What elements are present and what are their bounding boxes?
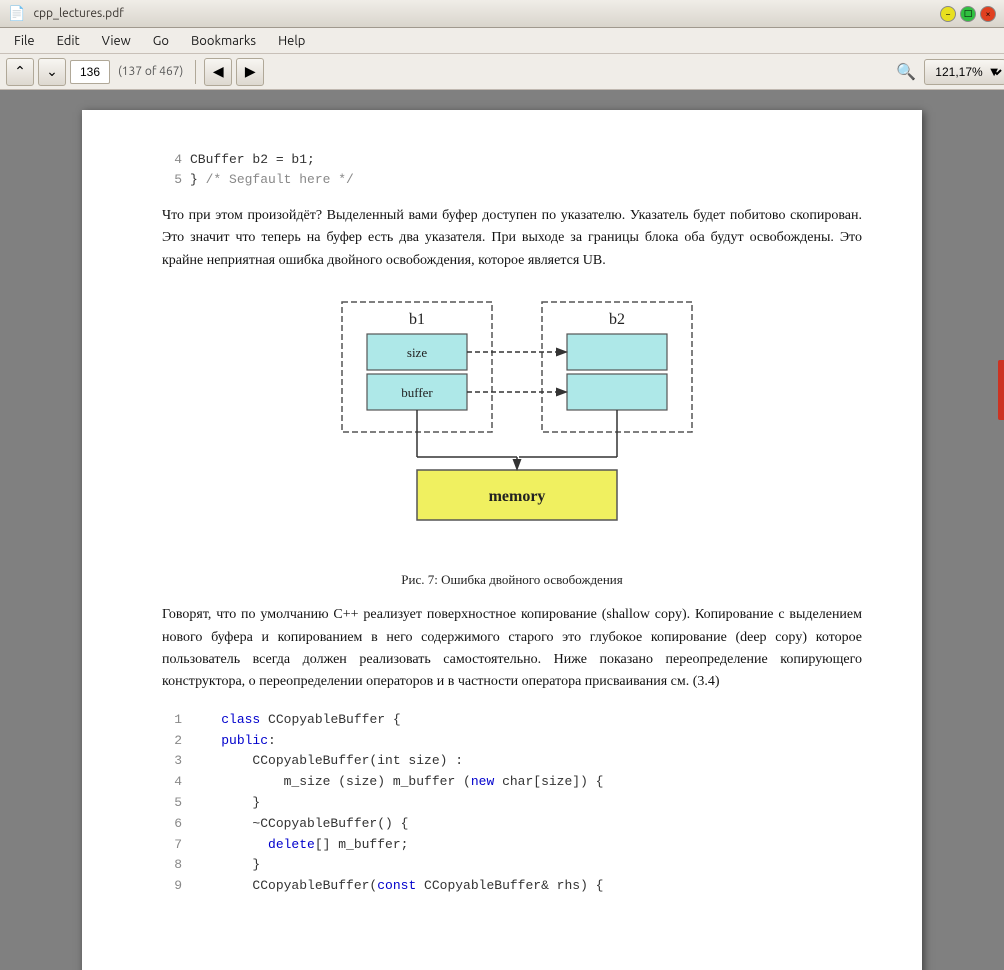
pdf-page: 4 CBuffer b2 = b1; 5 } /* Segfault here … [82,110,922,970]
code-line-9: 9 CCopyableBuffer(const CCopyableBuffer&… [162,876,862,897]
page-info: (137 of 467) [114,65,187,78]
svg-text:b1: b1 [409,311,425,328]
svg-text:buffer: buffer [401,385,433,400]
code-text: class CCopyableBuffer { [190,710,401,731]
minimize-button[interactable]: − [940,6,956,22]
code-text: public: [190,731,276,752]
code-line-4b: 4 m_size (size) m_buffer (new char[size]… [162,772,862,793]
code-text: CCopyableBuffer(int size) : [190,751,463,772]
next-page-button[interactable]: ⌄ [38,58,66,86]
line-number: 5 [162,170,182,190]
search-button[interactable]: 🔍 [892,58,920,86]
menu-edit[interactable]: Edit [47,32,90,50]
line-number: 3 [162,751,182,772]
menubar: File Edit View Go Bookmarks Help [0,28,1004,54]
line-number: 5 [162,793,182,814]
app-icon: 📄 [8,5,25,22]
prev-page-button[interactable]: ⌃ [6,58,34,86]
code-line-7: 7 delete[] m_buffer; [162,835,862,856]
line-number: 9 [162,876,182,897]
toolbar-separator [195,60,196,84]
code-line-2: 2 public: [162,731,862,752]
line-number: 7 [162,835,182,856]
code-text: ~CCopyableBuffer() { [190,814,408,835]
titlebar: 📄 cpp_lectures.pdf − □ × [0,0,1004,28]
window-title: cpp_lectures.pdf [33,7,932,20]
code-line-4: 4 CBuffer b2 = b1; [162,150,862,170]
code-text: } [190,793,260,814]
menu-bookmarks[interactable]: Bookmarks [181,32,266,50]
paragraph-2: Говорят, что по умолчанию C++ реализует … [162,604,862,694]
code-line-6: 6 ~CCopyableBuffer() { [162,814,862,835]
code-text: m_size (size) m_buffer (new char[size]) … [190,772,603,793]
prev-nav-button[interactable]: ◀ [204,58,232,86]
code-line-1: 1 class CCopyableBuffer { [162,710,862,731]
search-icon: 🔍 [896,62,916,81]
code-text: delete[] m_buffer; [190,835,408,856]
line-number: 6 [162,814,182,835]
memory-diagram: b1 size buffer b2 [312,292,712,552]
code-line-5b: 5 } [162,793,862,814]
code-line-8: 8 } [162,855,862,876]
menu-help[interactable]: Help [268,32,315,50]
zoom-select[interactable]: 50% 75% 100% 121,17% 150% 200% [924,59,1004,85]
menu-view[interactable]: View [92,32,141,50]
code-text: CBuffer b2 = b1; [190,150,315,170]
line-number: 8 [162,855,182,876]
page-number-input[interactable]: 136 [70,60,110,84]
pdf-area[interactable]: 4 CBuffer b2 = b1; 5 } /* Segfault here … [0,90,1004,970]
code-text: } /* Segfault here */ [190,170,354,190]
maximize-button[interactable]: □ [960,6,976,22]
next-nav-button[interactable]: ▶ [236,58,264,86]
figure-caption: Рис. 7: Ошибка двойного освобождения [162,572,862,588]
toolbar: ⌃ ⌄ 136 (137 of 467) ◀ ▶ 🔍 50% 75% 100% … [0,54,1004,90]
line-number: 1 [162,710,182,731]
svg-text:memory: memory [489,488,546,505]
svg-text:size: size [407,345,427,360]
code-block-top: 4 CBuffer b2 = b1; 5 } /* Segfault here … [162,150,862,189]
menu-go[interactable]: Go [143,32,179,50]
code-block-bottom: 1 class CCopyableBuffer { 2 public: 3 CC… [162,710,862,897]
paragraph-1: Что при этом произойдёт? Выделенный вами… [162,205,862,272]
svg-text:b2: b2 [609,311,625,328]
line-number: 2 [162,731,182,752]
close-button[interactable]: × [980,6,996,22]
diagram-container: b1 size buffer b2 [162,292,862,552]
code-line-5: 5 } /* Segfault here */ [162,170,862,190]
scroll-indicator[interactable] [998,360,1004,420]
code-text: CCopyableBuffer(const CCopyableBuffer& r… [190,876,603,897]
window-controls: − □ × [940,6,996,22]
code-text: } [190,855,260,876]
code-line-3: 3 CCopyableBuffer(int size) : [162,751,862,772]
line-number: 4 [162,772,182,793]
menu-file[interactable]: File [4,32,45,50]
line-number: 4 [162,150,182,170]
